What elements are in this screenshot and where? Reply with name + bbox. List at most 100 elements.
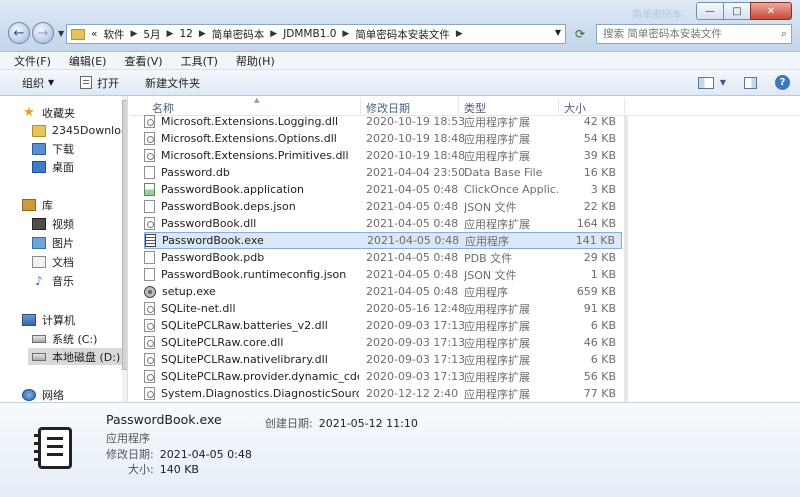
chevron-right-icon[interactable]: ▶: [270, 29, 277, 39]
menu-help[interactable]: 帮助(H): [236, 53, 275, 69]
chevron-right-icon[interactable]: ▶: [199, 29, 206, 39]
dll-file-icon: [144, 370, 155, 383]
chevron-right-icon[interactable]: ▶: [456, 29, 463, 39]
sidebar-item-downloads[interactable]: 下载: [32, 140, 127, 157]
file-size: 6 KB: [590, 319, 616, 332]
column-divider[interactable]: [624, 98, 625, 114]
table-row[interactable]: PasswordBook.deps.json 2021-04-05 0:48 JSO…: [144, 198, 622, 215]
column-divider[interactable]: [458, 98, 459, 114]
close-button[interactable]: ✕: [750, 2, 792, 20]
preview-pane-icon[interactable]: [744, 76, 757, 89]
back-button[interactable]: ←: [8, 22, 30, 44]
dll-file-icon: [144, 132, 155, 145]
address-bar[interactable]: « 软件 ▶ 5月 ▶ 12 ▶ 简单密码本 ▶ JDMMB1.0 ▶ 简单密码本安装文件…: [66, 24, 566, 44]
file-icon: [144, 268, 155, 281]
table-row[interactable]: SQLite-net.dll 2020-05-16 12:48 应用程序扩展 91 K…: [144, 300, 622, 317]
computer-icon: [22, 313, 36, 326]
scrollbar-thumb[interactable]: [624, 116, 628, 402]
window-controls: — □ ✕: [696, 2, 792, 20]
sidebar-item-2345download[interactable]: 2345Download-: [32, 122, 127, 139]
recent-pages-dropdown-icon[interactable]: ▼: [58, 29, 64, 38]
open-label: 打开: [97, 76, 120, 90]
sidebar-item-libraries[interactable]: 库: [22, 196, 127, 213]
new-folder-button[interactable]: 新建文件夹: [145, 75, 200, 91]
sidebar-item-documents[interactable]: 文档: [32, 253, 127, 270]
scrollbar-thumb[interactable]: [122, 100, 127, 370]
file-name: PasswordBook.dll: [161, 217, 257, 230]
forward-button[interactable]: →: [32, 22, 54, 44]
maximize-button[interactable]: □: [723, 2, 751, 20]
star-icon: ★: [23, 105, 35, 120]
chevron-right-icon[interactable]: ▶: [130, 29, 137, 39]
breadcrumb-item[interactable]: 软件 ▶: [103, 27, 143, 42]
file-name: setup.exe: [162, 285, 216, 298]
breadcrumb-item[interactable]: 12 ▶: [179, 28, 211, 40]
menu-file[interactable]: 文件(F): [14, 53, 51, 69]
view-options-dropdown-icon[interactable]: ▼: [720, 78, 726, 87]
table-row[interactable]: PasswordBook.exe 2021-04-05 0:48 应用程序 141 K…: [144, 232, 622, 249]
file-icon: [144, 200, 155, 213]
sidebar-item-pictures[interactable]: 图片: [32, 234, 127, 251]
chevron-right-icon[interactable]: ▶: [167, 29, 174, 39]
search-input[interactable]: [603, 28, 763, 40]
menu-view[interactable]: 查看(V): [124, 53, 162, 69]
table-row[interactable]: PasswordBook.application 2021-04-05 0:48 C…: [144, 181, 622, 198]
sidebar-item-drive-d[interactable]: 本地磁盘 (D:): [28, 348, 122, 365]
help-icon[interactable]: ?: [775, 75, 790, 90]
sidebar-scrollbar[interactable]: [122, 96, 127, 402]
address-dropdown-icon[interactable]: ▼: [555, 28, 561, 37]
breadcrumb-item[interactable]: JDMMB1.0 ▶: [283, 28, 355, 40]
table-row[interactable]: SQLitePCLRaw.batteries_v2.dll 2020-09-03 …: [144, 317, 622, 334]
sidebar-item-desktop[interactable]: 桌面: [32, 158, 127, 175]
table-row[interactable]: Password.db 2021-04-04 23:50 Data Base Fil…: [144, 164, 622, 181]
breadcrumb-item[interactable]: 简单密码本安装文件 ▶: [355, 27, 468, 42]
address-overflow-chevron[interactable]: «: [91, 28, 97, 40]
dll-file-icon: [144, 387, 155, 400]
table-row[interactable]: Microsoft.Extensions.Options.dll 2020-10-…: [144, 130, 622, 147]
column-divider[interactable]: [360, 98, 361, 114]
file-name: PasswordBook.application: [161, 183, 304, 196]
organize-button[interactable]: 组织 ▼: [22, 75, 54, 91]
table-row[interactable]: PasswordBook.dll 2021-04-05 0:48 应用程序扩展 164…: [144, 215, 622, 232]
table-row[interactable]: SQLitePCLRaw.provider.dynamic_cde... 2020…: [144, 368, 622, 385]
breadcrumb-item[interactable]: 5月 ▶: [143, 27, 179, 42]
table-row[interactable]: setup.exe 2021-04-05 0:48 应用程序 659 KB: [144, 283, 622, 300]
search-icon[interactable]: ⌕: [781, 27, 787, 41]
sidebar-item-music[interactable]: ♪ 音乐: [32, 272, 127, 289]
table-row[interactable]: Microsoft.Extensions.Logging.dll 2020-10-…: [144, 113, 622, 130]
table-row[interactable]: Microsoft.Extensions.Primitives.dll 2020-…: [144, 147, 622, 164]
menu-tools[interactable]: 工具(T): [181, 53, 218, 69]
sidebar-item-computer[interactable]: 计算机: [22, 311, 127, 328]
sidebar-item-drive-c[interactable]: 系统 (C:): [32, 330, 127, 347]
sidebar-item-videos[interactable]: 视频: [32, 215, 127, 232]
table-row[interactable]: SQLitePCLRaw.core.dll 2020-09-03 17:13 应用程…: [144, 334, 622, 351]
table-row[interactable]: PasswordBook.runtimeconfig.json 2021-04-0…: [144, 266, 622, 283]
file-size: 164 KB: [576, 217, 616, 230]
file-date: 2020-10-19 18:48: [366, 149, 466, 162]
organize-label: 组织: [22, 76, 44, 90]
file-size: 91 KB: [583, 302, 616, 315]
chevron-right-icon[interactable]: ▶: [342, 29, 349, 39]
view-options-icon[interactable]: [697, 76, 714, 89]
created-date: 创建日期: 2021-05-12 11:10: [265, 415, 418, 431]
sidebar-item-favorites[interactable]: ★ 收藏夹: [22, 104, 127, 121]
breadcrumb-item[interactable]: 简单密码本 ▶: [212, 27, 283, 42]
file-type: JSON 文件: [464, 268, 517, 282]
menu-edit[interactable]: 编辑(E): [69, 53, 107, 69]
file-list-scrollbar[interactable]: [624, 116, 628, 402]
table-row[interactable]: System.Diagnostics.DiagnosticSource... 20…: [144, 385, 622, 402]
refresh-button[interactable]: ⟳: [570, 24, 590, 44]
sidebar-item-label: 网络: [42, 388, 64, 402]
table-row[interactable]: SQLitePCLRaw.nativelibrary.dll 2020-09-03…: [144, 351, 622, 368]
file-type: 应用程序扩展: [464, 217, 530, 231]
search-box[interactable]: ⌕: [596, 24, 792, 44]
column-divider[interactable]: [558, 98, 559, 114]
minimize-button[interactable]: —: [696, 2, 724, 20]
network-icon: [22, 388, 36, 401]
open-button[interactable]: 打开: [80, 75, 119, 91]
sidebar-item-network[interactable]: 网络: [22, 386, 127, 402]
file-date: 2021-04-05 0:48: [366, 183, 459, 196]
table-row[interactable]: PasswordBook.pdb 2021-04-05 0:48 PDB 文件 29 …: [144, 249, 622, 266]
selected-file-name: PasswordBook.exe: [106, 412, 222, 427]
file-date: 2020-09-03 17:13: [366, 353, 466, 366]
